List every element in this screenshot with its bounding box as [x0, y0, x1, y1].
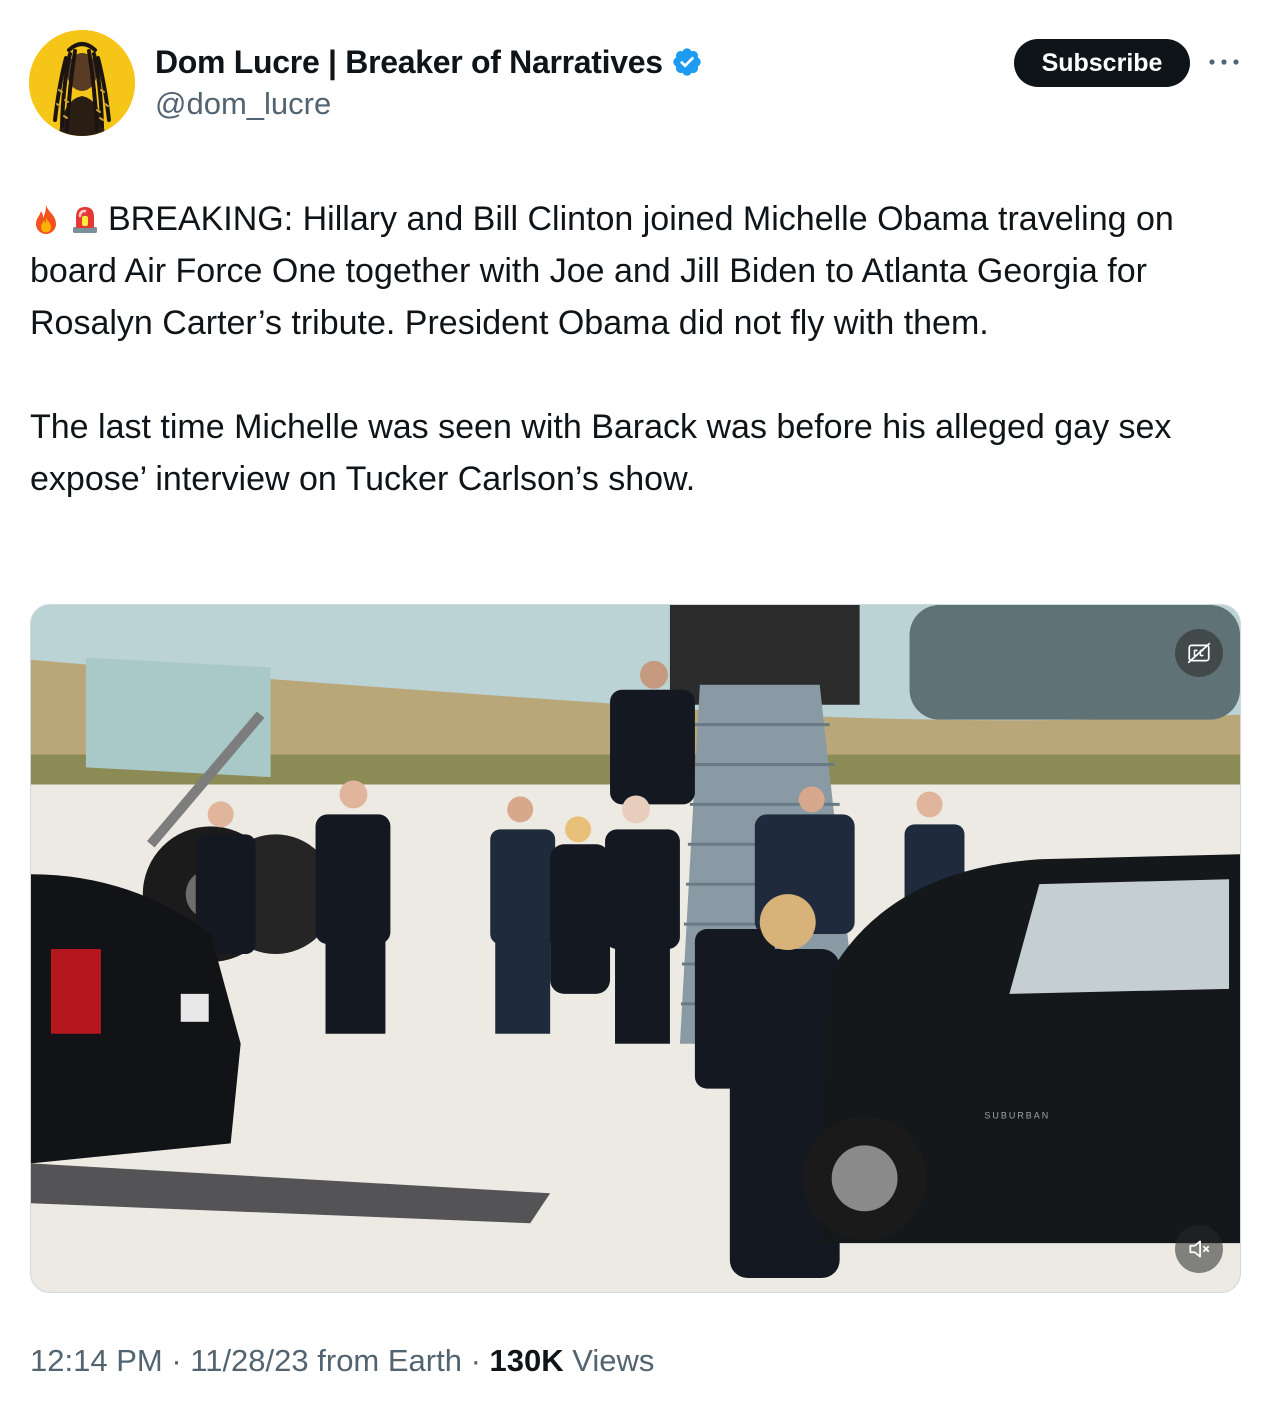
- verified-badge-icon[interactable]: [671, 46, 703, 78]
- meta-separator: ·: [461, 1343, 490, 1378]
- meta-separator: ·: [162, 1343, 191, 1378]
- tweet-paragraph-1: BREAKING: Hillary and Bill Clinton joine…: [30, 193, 1245, 349]
- tweet-paragraph-1-text: BREAKING: Hillary and Bill Clinton joine…: [30, 200, 1174, 342]
- tweet-text: BREAKING: Hillary and Bill Clinton joine…: [30, 193, 1245, 505]
- vehicle-badge-text: SUBURBAN: [984, 1111, 1050, 1121]
- author-name-row[interactable]: Dom Lucre | Breaker of Narratives: [155, 42, 703, 82]
- fire-emoji-icon: [36, 205, 56, 234]
- captions-toggle-button[interactable]: [1175, 629, 1223, 677]
- ellipsis-icon[interactable]: [1206, 48, 1242, 76]
- rotating-light-emoji-icon: [73, 207, 97, 233]
- tweet-source: from Earth: [308, 1343, 462, 1378]
- subscribe-button[interactable]: Subscribe: [1014, 39, 1190, 87]
- author-handle[interactable]: @dom_lucre: [155, 86, 331, 122]
- video-frame: SUBURBAN: [31, 605, 1240, 1292]
- captions-off-icon: [1187, 642, 1211, 664]
- tweet-meta: 12:14 PM · 11/28/23 from Earth · 130K Vi…: [30, 1343, 654, 1379]
- views-label: Views: [563, 1343, 655, 1378]
- views-count[interactable]: 130K: [490, 1343, 564, 1378]
- mute-toggle-button[interactable]: [1175, 1225, 1223, 1273]
- avatar[interactable]: [29, 30, 135, 136]
- avatar-image: [29, 30, 135, 136]
- video-player[interactable]: SUBURBAN: [30, 604, 1241, 1293]
- author-display-name[interactable]: Dom Lucre | Breaker of Narratives: [155, 44, 663, 81]
- tweet-time[interactable]: 12:14 PM: [30, 1343, 163, 1378]
- tweet-date[interactable]: 11/28/23: [190, 1343, 308, 1378]
- muted-speaker-icon: [1189, 1240, 1210, 1258]
- tweet-paragraph-2: The last time Michelle was seen with Bar…: [30, 408, 1172, 498]
